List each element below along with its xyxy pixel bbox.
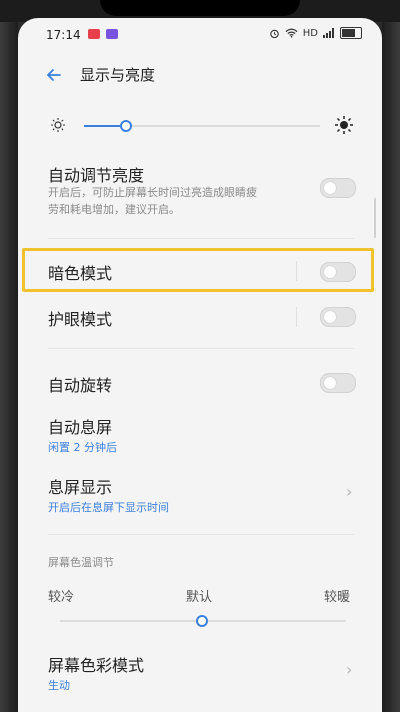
battery-icon <box>340 27 362 39</box>
color-mode-title[interactable]: 屏幕色彩模式 <box>48 652 144 676</box>
back-arrow-icon <box>47 69 61 81</box>
phone-screen: 17:14 HD 显示与亮度 自动调节亮度 开启后，可防止屏幕长时间过亮造成眼睛… <box>18 18 382 712</box>
back-button[interactable] <box>42 62 68 88</box>
chevron-right-icon: › <box>346 660 353 679</box>
device-frame-left <box>0 0 18 712</box>
page-title: 显示与亮度 <box>80 66 156 84</box>
brightness-high-icon <box>335 116 353 134</box>
brightness-low-icon <box>51 118 65 132</box>
device-frame-right <box>382 0 400 712</box>
toggle-knob <box>324 377 336 389</box>
toggle-knob <box>324 182 336 194</box>
chevron-right-icon: › <box>346 482 353 501</box>
temperature-default-label: 默认 <box>186 590 213 605</box>
brightness-slider-thumb[interactable] <box>120 120 133 132</box>
color-temperature-section-title: 屏幕色温调节 <box>48 556 114 569</box>
temperature-warm-label: 较暖 <box>324 590 351 605</box>
auto-lock-title[interactable]: 自动息屏 <box>48 414 112 438</box>
color-temperature-slider-thumb[interactable] <box>196 615 208 627</box>
temperature-cold-label: 较冷 <box>48 590 75 605</box>
auto-brightness-description-1: 开启后，可防止屏幕长时间过亮造成眼睛疲 <box>48 186 257 199</box>
eye-protection-toggle[interactable] <box>320 307 356 327</box>
auto-rotate-title: 自动旋转 <box>48 376 113 395</box>
toggle-separator <box>296 261 297 281</box>
auto-brightness-description-2: 劳和耗电增加，建议开启。 <box>48 203 180 216</box>
status-icons: HD <box>269 27 362 39</box>
divider <box>48 348 354 349</box>
notification-app-icon <box>88 29 100 39</box>
signal-icon <box>323 28 334 38</box>
auto-lock-value: 闲置 2 分钟后 <box>48 441 117 454</box>
toggle-separator <box>296 307 297 327</box>
device-notch <box>100 0 300 16</box>
notification-app-icon-2 <box>106 29 118 39</box>
divider <box>48 238 354 239</box>
alarm-icon <box>270 29 279 38</box>
toggle-knob <box>324 311 336 323</box>
screen-off-display-value: 开启后在息屏下显示时间 <box>48 501 169 514</box>
divider <box>48 534 354 535</box>
status-bar: 17:14 HD <box>18 18 382 48</box>
status-time: 17:14 <box>46 28 81 42</box>
toggle-knob <box>324 266 336 278</box>
auto-brightness-title: 自动调节亮度 <box>48 166 145 185</box>
color-mode-value: 生动 <box>48 679 70 692</box>
eye-protection-title: 护眼模式 <box>48 310 113 329</box>
auto-brightness-toggle[interactable] <box>320 178 356 198</box>
dark-mode-title: 暗色模式 <box>48 264 113 283</box>
network-type-label: HD <box>302 27 318 39</box>
scroll-indicator <box>374 198 376 238</box>
dark-mode-toggle[interactable] <box>320 262 356 282</box>
wifi-icon <box>285 28 298 38</box>
screen-off-display-title[interactable]: 息屏显示 <box>48 474 112 498</box>
auto-rotate-toggle[interactable] <box>320 373 356 393</box>
